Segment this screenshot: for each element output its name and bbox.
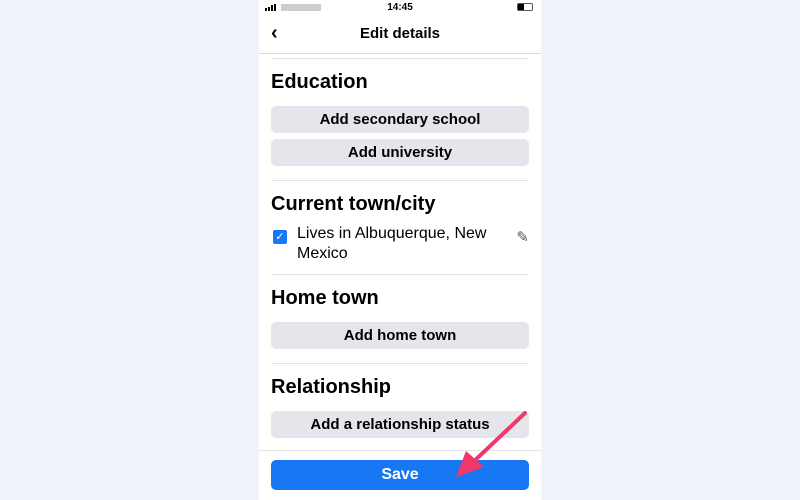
add-university-button[interactable]: Add university <box>271 139 529 166</box>
current-city-value: Lives in Albuquerque, New Mexico <box>297 225 487 262</box>
section-title: Current town/city <box>271 193 436 215</box>
clock: 14:45 <box>387 2 413 13</box>
status-bar: 14:45 <box>259 0 541 14</box>
add-home-town-button[interactable]: Add home town <box>271 322 529 349</box>
page-title: Edit details <box>359 25 441 42</box>
annotation-arrow-icon <box>456 411 527 477</box>
battery-icon <box>517 3 533 11</box>
pencil-icon[interactable]: ✎ <box>516 228 529 246</box>
chevron-left-icon[interactable]: ‹ <box>271 22 278 45</box>
current-city-section: Current town/city ✓ Lives in Albuquerque… <box>271 180 529 264</box>
education-section: Education Add secondary school Add unive… <box>271 58 529 180</box>
checkbox[interactable]: ✓ <box>273 230 287 244</box>
current-city-row: ✓ Lives in Albuquerque, New Mexico ✎ <box>271 224 529 264</box>
section-title: Home town <box>271 287 379 309</box>
section-title: Education <box>271 71 368 93</box>
add-secondary-school-button[interactable]: Add secondary school <box>271 106 529 133</box>
home-town-section: Home town Add home town <box>271 274 529 363</box>
nav-header: ‹ Edit details <box>259 14 541 54</box>
section-title: Relationship <box>271 376 392 398</box>
